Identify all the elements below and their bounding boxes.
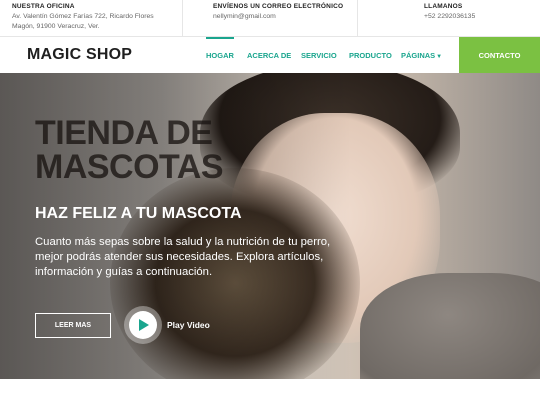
page-bottom-strip [0, 379, 540, 405]
email-info: ENVÍENOS UN CORREO ELECTRÓNICO nellymin@… [213, 3, 363, 22]
hero-subtitle: HAZ FELIZ A TU MASCOTA [35, 205, 242, 222]
top-info-bar: NUESTRA OFICINA Av. Valentín Gómez Faría… [0, 0, 540, 37]
nav-item-producto-label: PRODUCTO [349, 51, 392, 60]
play-video-button[interactable] [124, 306, 162, 344]
office-address-line1: Av. Valentín Gómez Farías 722, Ricardo F… [12, 13, 154, 20]
phone-title: LLAMANOS [424, 3, 463, 10]
hero-banner: TIENDA DE MASCOTAS HAZ FELIZ A TU MASCOT… [0, 73, 540, 379]
brand-logo[interactable]: MAGIC SHOP [27, 46, 132, 64]
email-title: ENVÍENOS UN CORREO ELECTRÓNICO [213, 3, 344, 10]
nav-item-paginas-label: PÁGINAS [401, 51, 436, 60]
office-info: NUESTRA OFICINA Av. Valentín Gómez Faría… [12, 3, 182, 32]
hero-big-title-line1: TIENDA DE [35, 114, 213, 152]
contact-button[interactable]: CONTACTO [459, 37, 540, 73]
nav-item-hogar[interactable]: HOGAR [206, 37, 234, 60]
play-button-circle[interactable] [129, 311, 157, 339]
hero-description: Cuanto más sepas sobre la salud y la nut… [35, 236, 331, 278]
hero-big-title: TIENDA DE MASCOTAS [35, 116, 265, 184]
play-video-label[interactable]: Play Video [167, 320, 210, 330]
phone-info: LLAMANOS +52 2292036135 [424, 3, 534, 22]
nav-item-paginas[interactable]: PÁGINAS▼ [401, 51, 442, 60]
nav-item-producto[interactable]: PRODUCTO [349, 51, 392, 60]
chevron-down-icon: ▼ [436, 54, 443, 60]
nav-item-acerca-de[interactable]: ACERCA DE [247, 51, 291, 60]
read-more-button[interactable]: LEER MAS [35, 313, 111, 338]
office-title: NUESTRA OFICINA [12, 3, 75, 10]
phone-link[interactable]: +52 2292036135 [424, 12, 534, 22]
divider [357, 0, 358, 37]
nav-item-servicio[interactable]: SERVICIO [301, 51, 337, 60]
divider [182, 0, 183, 37]
office-address-line2: Magón, 91900 Veracruz, Ver. [12, 23, 100, 30]
hero-big-title-line2: MASCOTAS [35, 148, 224, 186]
email-link[interactable]: nellymin@gmail.com [213, 12, 363, 22]
play-icon [139, 319, 149, 331]
main-nav: MAGIC SHOP HOGAR ACERCA DE SERVICIO PROD… [0, 37, 540, 73]
